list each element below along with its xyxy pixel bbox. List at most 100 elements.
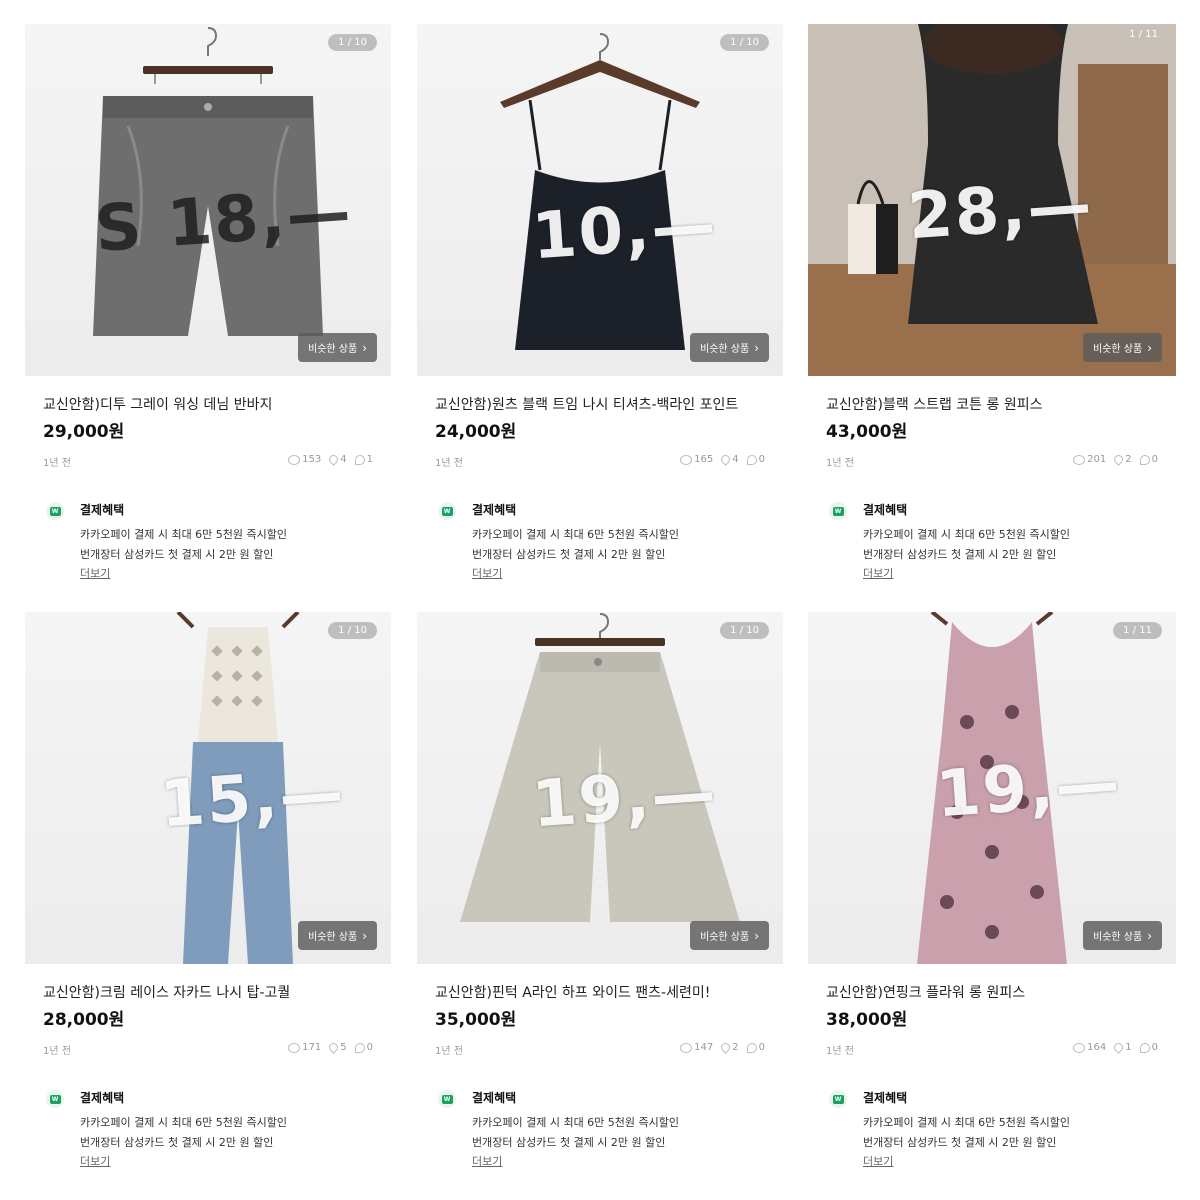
benefit-title: 결제혜택 [80, 1091, 125, 1105]
product-card[interactable]: 15,— 1 / 10 비슷한 상품 › 교신안함)크림 레이스 자카드 나시 … [25, 612, 391, 1192]
product-stats: 165 4 0 [680, 453, 765, 466]
image-counter: 1 / 11 [1129, 29, 1158, 40]
view-count: 201 [1087, 454, 1107, 465]
product-title[interactable]: 교신안함)원츠 블랙 트임 나시 티셔츠-백라인 포인트 [435, 394, 738, 414]
product-image[interactable]: 10,— 1 / 10 비슷한 상품 › [417, 24, 783, 376]
chat-icon [354, 1042, 365, 1053]
eye-icon [288, 454, 301, 465]
posted-time: 1년 전 [435, 458, 463, 469]
image-counter: 1 / 10 [720, 34, 769, 51]
similar-products-button[interactable]: 비슷한 상품 › [298, 921, 377, 950]
similar-products-label: 비슷한 상품 [1093, 932, 1143, 943]
chat-icon [746, 1042, 757, 1053]
view-count: 165 [694, 454, 714, 465]
chat-count: 0 [758, 1042, 765, 1053]
posted-time: 1년 전 [43, 458, 71, 469]
product-stats: 164 1 0 [1073, 1041, 1158, 1054]
benefit-line-2: 번개장터 삼성카드 첫 결제 시 2만 원 할인 [472, 548, 666, 561]
chat-count: 0 [366, 1042, 373, 1053]
like-count: 4 [732, 454, 739, 465]
price-scribble: 15,— [157, 755, 348, 843]
posted-time: 1년 전 [826, 1046, 854, 1057]
heart-icon [719, 1041, 733, 1054]
product-price: 38,000원 [826, 1010, 908, 1030]
product-price: 43,000원 [826, 422, 908, 442]
benefit-title: 결제혜택 [863, 503, 908, 517]
benefit-title: 결제혜택 [80, 503, 125, 517]
product-image[interactable]: 15,— 1 / 10 비슷한 상품 › [25, 612, 391, 964]
view-count: 164 [1087, 1042, 1107, 1053]
chevron-right-icon: › [754, 928, 759, 943]
payment-logo-icon: W [438, 1090, 456, 1108]
similar-products-label: 비슷한 상품 [308, 344, 358, 355]
posted-time: 1년 전 [435, 1046, 463, 1057]
hanger-icon [143, 27, 273, 84]
product-grid: S 18,— 1 / 10 비슷한 상품 › 교신안함)디투 그레이 워싱 데님… [0, 0, 1200, 1200]
similar-products-button[interactable]: 비슷한 상품 › [690, 921, 769, 950]
product-price: 35,000원 [435, 1010, 517, 1030]
product-price: 24,000원 [435, 422, 517, 442]
posted-time: 1년 전 [826, 458, 854, 469]
benefit-line-1: 카카오페이 결제 시 최대 6만 5천원 즉시할인 [863, 528, 1071, 541]
similar-products-label: 비슷한 상품 [1093, 344, 1143, 355]
benefit-title: 결제혜택 [472, 503, 517, 517]
product-title[interactable]: 교신안함)핀턱 A라인 하프 와이드 팬츠-세련미! [435, 982, 710, 1002]
product-card[interactable]: 19,— 1 / 11 비슷한 상품 › 교신안함)연핑크 플라워 롱 원피스 … [808, 612, 1176, 1192]
more-link[interactable]: 더보기 [80, 1153, 110, 1169]
posted-time: 1년 전 [43, 1046, 71, 1057]
similar-products-button[interactable]: 비슷한 상품 › [298, 333, 377, 362]
product-card[interactable]: S 18,— 1 / 10 비슷한 상품 › 교신안함)디투 그레이 워싱 데님… [25, 24, 391, 604]
product-title[interactable]: 교신안함)블랙 스트랩 코튼 롱 원피스 [826, 394, 1042, 414]
similar-products-button[interactable]: 비슷한 상품 › [1083, 921, 1162, 950]
more-link[interactable]: 더보기 [863, 565, 893, 581]
image-counter: 1 / 10 [328, 622, 377, 639]
price-scribble: 28,— [905, 167, 1096, 255]
price-scribble: 10,— [529, 187, 720, 275]
product-title[interactable]: 교신안함)크림 레이스 자카드 나시 탑-고퀄 [43, 982, 290, 1002]
heart-icon [719, 453, 733, 466]
product-image[interactable]: 19,— 1 / 10 비슷한 상품 › [417, 612, 783, 964]
similar-products-button[interactable]: 비슷한 상품 › [1083, 333, 1162, 362]
eye-icon [288, 1042, 301, 1053]
heart-icon [1112, 1041, 1126, 1054]
product-stats: 201 2 0 [1073, 453, 1158, 466]
benefit-title: 결제혜택 [472, 1091, 517, 1105]
benefit-line-2: 번개장터 삼성카드 첫 결제 시 2만 원 할인 [472, 1136, 666, 1149]
more-link[interactable]: 더보기 [472, 1153, 502, 1169]
like-count: 1 [1125, 1042, 1132, 1053]
product-image[interactable]: S 18,— 1 / 10 비슷한 상품 › [25, 24, 391, 376]
product-card[interactable]: 19,— 1 / 10 비슷한 상품 › 교신안함)핀턱 A라인 하프 와이드 … [417, 612, 783, 1192]
product-card[interactable]: 10,— 1 / 10 비슷한 상품 › 교신안함)원츠 블랙 트임 나시 티셔… [417, 24, 783, 604]
more-link[interactable]: 더보기 [863, 1153, 893, 1169]
benefit-line-2: 번개장터 삼성카드 첫 결제 시 2만 원 할인 [80, 548, 274, 561]
benefit-line-1: 카카오페이 결제 시 최대 6만 5천원 즉시할인 [472, 1116, 680, 1129]
more-link[interactable]: 더보기 [80, 565, 110, 581]
product-image[interactable]: 28,— 1 / 11 비슷한 상품 › [808, 24, 1176, 376]
product-card[interactable]: 28,— 1 / 11 비슷한 상품 › 교신안함)블랙 스트랩 코튼 롱 원피… [808, 24, 1176, 604]
like-count: 2 [1125, 454, 1132, 465]
product-price: 28,000원 [43, 1010, 125, 1030]
chat-icon [746, 454, 757, 465]
heart-icon [1112, 453, 1126, 466]
similar-products-button[interactable]: 비슷한 상품 › [690, 333, 769, 362]
price-scribble: 19,— [529, 755, 720, 843]
view-count: 153 [302, 454, 322, 465]
product-title[interactable]: 교신안함)디투 그레이 워싱 데님 반바지 [43, 394, 272, 414]
product-image[interactable]: 19,— 1 / 11 비슷한 상품 › [808, 612, 1176, 964]
more-link[interactable]: 더보기 [472, 565, 502, 581]
benefit-line-1: 카카오페이 결제 시 최대 6만 5천원 즉시할인 [80, 1116, 288, 1129]
chevron-right-icon: › [362, 340, 367, 355]
image-counter: 1 / 10 [328, 34, 377, 51]
similar-products-label: 비슷한 상품 [308, 932, 358, 943]
chat-icon [1139, 454, 1150, 465]
heart-icon [327, 453, 341, 466]
view-count: 171 [302, 1042, 322, 1053]
product-stats: 153 4 1 [288, 453, 373, 466]
image-counter: 1 / 11 [1113, 622, 1162, 639]
eye-icon [1073, 1042, 1086, 1053]
chat-count: 0 [1151, 1042, 1158, 1053]
product-title[interactable]: 교신안함)연핑크 플라워 롱 원피스 [826, 982, 1025, 1002]
payment-logo-icon: W [829, 502, 847, 520]
like-count: 4 [340, 454, 347, 465]
product-stats: 147 2 0 [680, 1041, 765, 1054]
